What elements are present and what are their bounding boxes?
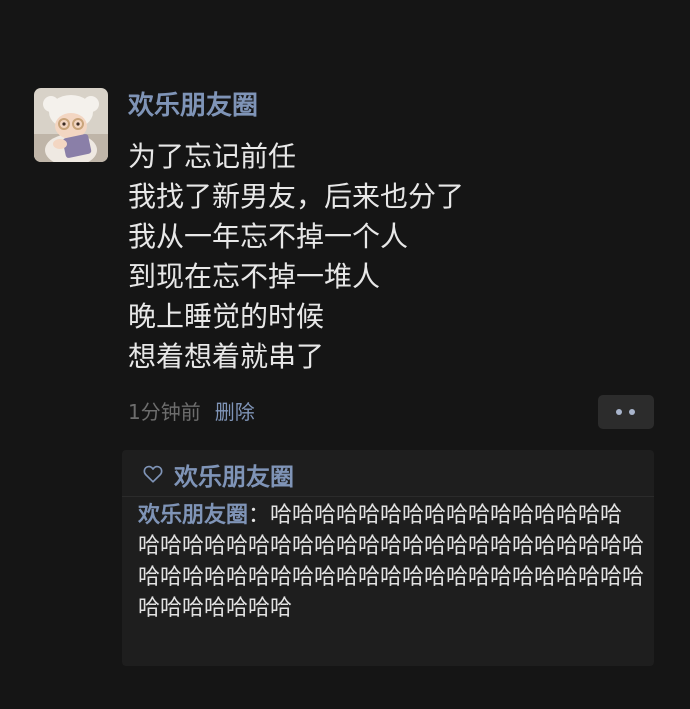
post-line: 我找了新男友，后来也分了 bbox=[128, 180, 465, 213]
post-meta: 1分钟前 删除 bbox=[128, 398, 255, 426]
comment-author[interactable]: 欢乐朋友圈 bbox=[138, 503, 248, 528]
like-user-name[interactable]: 欢乐朋友圈 bbox=[174, 457, 294, 492]
delete-link[interactable]: 删除 bbox=[215, 400, 255, 424]
post-line: 为了忘记前任 bbox=[128, 140, 297, 173]
post-line: 到现在忘不掉一堆人 bbox=[128, 260, 381, 293]
post-content: 为了忘记前任 我找了新男友，后来也分了 我从一年忘不掉一个人 到现在忘不掉一堆人… bbox=[128, 137, 464, 377]
likes-row: 欢乐朋友圈 bbox=[142, 456, 294, 492]
baby-avatar-icon bbox=[34, 88, 108, 162]
likes-comments-panel: 欢乐朋友圈 欢乐朋友圈：哈哈哈哈哈哈哈哈哈哈哈哈哈哈哈哈哈哈哈哈哈哈哈哈哈哈哈哈… bbox=[122, 450, 654, 666]
post-time: 1分钟前 bbox=[128, 400, 201, 424]
post-line: 想着想着就串了 bbox=[128, 340, 325, 373]
post-line: 晚上睡觉的时候 bbox=[128, 300, 325, 333]
avatar[interactable] bbox=[34, 88, 108, 162]
dot-icon bbox=[616, 409, 622, 415]
post-line: 我从一年忘不掉一个人 bbox=[128, 220, 409, 253]
post-author-name[interactable]: 欢乐朋友圈 bbox=[128, 88, 258, 124]
more-actions-button[interactable] bbox=[598, 395, 654, 429]
divider bbox=[122, 496, 654, 497]
dot-icon bbox=[629, 409, 635, 415]
comment-item[interactable]: 欢乐朋友圈：哈哈哈哈哈哈哈哈哈哈哈哈哈哈哈哈哈哈哈哈哈哈哈哈哈哈哈哈哈哈哈哈哈哈… bbox=[138, 500, 644, 624]
comment-separator: ： bbox=[248, 503, 271, 528]
heart-outline-icon bbox=[143, 465, 163, 483]
